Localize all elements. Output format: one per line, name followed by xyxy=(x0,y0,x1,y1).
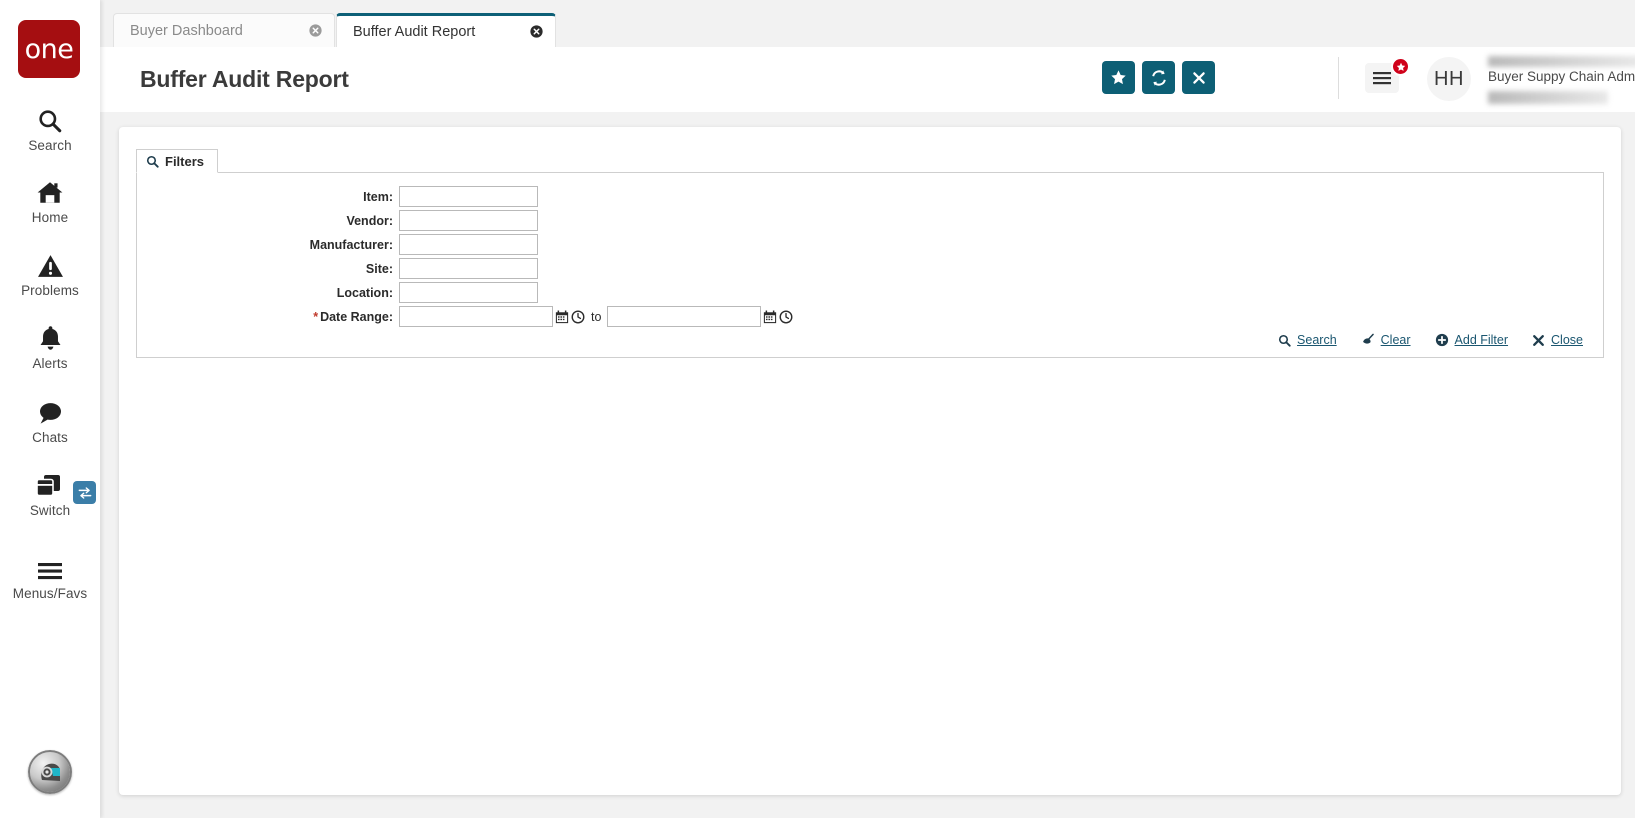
bell-icon xyxy=(30,318,70,352)
tab-label: Buffer Audit Report xyxy=(353,23,476,40)
sidebar-item-search[interactable]: Search xyxy=(0,100,100,153)
search-icon xyxy=(1278,334,1291,347)
add-filter-link[interactable]: Add Filter xyxy=(1435,333,1509,347)
search-link-label: Search xyxy=(1297,333,1337,347)
page-title: Buffer Audit Report xyxy=(140,66,349,92)
clock-icon[interactable] xyxy=(571,310,585,324)
filter-label-item: Item: xyxy=(363,189,393,204)
home-icon xyxy=(30,172,70,206)
search-icon xyxy=(30,100,70,134)
windows-stack-icon xyxy=(30,465,70,499)
chat-bubble-icon xyxy=(30,392,70,426)
plus-circle-icon xyxy=(1435,333,1449,347)
sidebar-item-chats[interactable]: Chats xyxy=(0,392,100,445)
menu-star-badge xyxy=(1391,57,1410,76)
user-role-label: Buyer Suppy Chain Admin xyxy=(1488,69,1635,84)
filter-input-site[interactable] xyxy=(399,258,538,279)
filter-row-site: Site: xyxy=(137,258,538,279)
hamburger-icon xyxy=(1372,70,1392,86)
x-icon xyxy=(1192,71,1206,85)
one-network-logo[interactable]: one xyxy=(18,20,80,78)
tab-buffer-audit-report[interactable]: Buffer Audit Report xyxy=(336,13,556,47)
redacted-user-name xyxy=(1488,56,1635,67)
sidebar-label-home: Home xyxy=(31,210,69,225)
sidebar-item-home[interactable]: Home xyxy=(0,172,100,225)
tab-buyer-dashboard[interactable]: Buyer Dashboard xyxy=(113,13,335,47)
filter-label-vendor: Vendor: xyxy=(346,213,393,228)
clear-link-label: Clear xyxy=(1380,333,1411,347)
sidebar-label-chats: Chats xyxy=(32,430,68,445)
filter-label-location: Location: xyxy=(336,285,393,300)
clock-icon[interactable] xyxy=(779,310,793,324)
sidebar-label-problems: Problems xyxy=(21,283,79,298)
filter-input-date-from[interactable] xyxy=(399,306,553,327)
warning-triangle-icon xyxy=(30,245,70,279)
tab-filters-label: Filters xyxy=(165,153,205,169)
sidebar-item-problems[interactable]: Problems xyxy=(0,245,100,298)
assistant-avatar-icon[interactable] xyxy=(28,750,72,794)
avatar-initials: HH xyxy=(1434,67,1464,90)
filter-input-item[interactable] xyxy=(399,186,538,207)
star-icon xyxy=(1110,69,1127,86)
filter-row-date-range: * Date Range: to xyxy=(137,306,793,327)
user-info-block: Buyer Suppy Chain Admin xyxy=(1488,55,1635,104)
header-divider xyxy=(1338,57,1339,99)
filter-row-location: Location: xyxy=(137,282,538,303)
tab-label: Buyer Dashboard xyxy=(130,22,243,39)
close-link-label: Close xyxy=(1551,333,1583,347)
search-icon xyxy=(146,155,159,168)
date-to-icons xyxy=(763,310,793,324)
filter-input-manufacturer[interactable] xyxy=(399,234,538,255)
favorite-button[interactable] xyxy=(1102,61,1135,94)
sidebar-label-alerts: Alerts xyxy=(32,356,68,371)
date-range-label-text: Date Range: xyxy=(320,309,393,324)
search-link[interactable]: Search xyxy=(1278,333,1337,347)
sidebar-label-search: Search xyxy=(28,138,72,153)
page-header: Buffer Audit Report HH Buyer Suppy Chain… xyxy=(100,47,1635,112)
add-filter-link-label: Add Filter xyxy=(1454,333,1509,347)
sidebar-label-menus-favs: Menus/Favs xyxy=(12,586,88,601)
refresh-button[interactable] xyxy=(1142,61,1175,94)
filter-row-item: Item: xyxy=(137,186,538,207)
filter-row-manufacturer: Manufacturer: xyxy=(137,234,538,255)
filter-actions: Search Clear Add Filter Close xyxy=(1278,333,1583,347)
close-link[interactable]: Close xyxy=(1532,333,1583,347)
logo-text: one xyxy=(24,33,74,65)
close-circle-icon[interactable] xyxy=(508,25,543,38)
date-range-separator: to xyxy=(591,309,602,324)
avatar[interactable]: HH xyxy=(1427,57,1471,101)
sidebar-item-alerts[interactable]: Alerts xyxy=(0,318,100,371)
tab-filters[interactable]: Filters xyxy=(136,149,219,173)
filter-row-vendor: Vendor: xyxy=(137,210,538,231)
filter-label-site: Site: xyxy=(365,261,393,276)
calendar-icon[interactable] xyxy=(555,310,569,324)
left-sidebar: one Search Home Problems Alerts Chats Sw… xyxy=(0,0,100,818)
date-from-icons xyxy=(555,310,585,324)
tab-strip: Buyer Dashboard Buffer Audit Report xyxy=(100,0,1635,47)
close-button[interactable] xyxy=(1182,61,1215,94)
x-icon xyxy=(1532,334,1545,347)
sidebar-item-menus-favs[interactable]: Menus/Favs xyxy=(0,548,100,601)
calendar-icon[interactable] xyxy=(763,310,777,324)
clear-link[interactable]: Clear xyxy=(1361,333,1411,347)
app-root: one Search Home Problems Alerts Chats Sw… xyxy=(0,0,1635,818)
star-icon xyxy=(1396,62,1406,72)
filters-panel: Item: Vendor: Manufacturer: Site: Locati… xyxy=(136,172,1604,358)
filter-input-date-to[interactable] xyxy=(607,306,762,327)
required-marker: * xyxy=(313,309,319,324)
close-circle-icon[interactable] xyxy=(287,24,322,37)
broom-icon xyxy=(1361,333,1375,347)
filter-label-date-range: * Date Range: xyxy=(137,310,399,324)
refresh-icon xyxy=(1150,69,1168,87)
sidebar-label-switch: Switch xyxy=(29,503,71,518)
filter-input-location[interactable] xyxy=(399,282,538,303)
content-card: Filters Item: Vendor: Manufacturer: Site… xyxy=(119,127,1621,795)
filter-label-manufacturer: Manufacturer: xyxy=(309,237,393,252)
redacted-user-org xyxy=(1488,91,1608,104)
exchange-arrows-icon xyxy=(78,486,92,500)
switch-badge-button[interactable] xyxy=(73,481,96,504)
hamburger-icon xyxy=(30,548,70,582)
filter-input-vendor[interactable] xyxy=(399,210,538,231)
